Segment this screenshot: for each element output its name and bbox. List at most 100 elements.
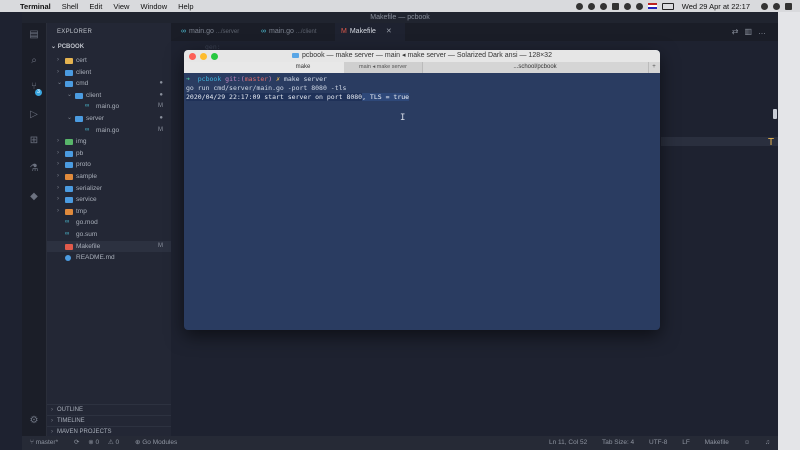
window-minimize-button[interactable] [200,53,207,60]
chevron-right-icon: › [51,407,53,413]
user-icon[interactable] [773,2,780,10]
control-center-icon[interactable] [785,2,792,10]
output-line-server-start: 2020/04/29 22:17:09 start server on port… [186,93,410,101]
wifi-icon[interactable] [635,2,643,10]
more-actions-icon[interactable]: … [758,27,772,36]
battery-icon[interactable] [661,2,674,10]
extensions-icon[interactable]: ⊞ [28,135,40,147]
terminal-tab-pcbook[interactable]: ...school/pcbook [422,62,649,73]
explorer-header: EXPLORER [57,29,93,35]
tab-client-main-go[interactable]: ∞ main.go .../client [255,23,317,41]
tree-item-label: Makefile [76,242,101,250]
tree-item-label: sample [76,173,97,180]
new-tab-button[interactable]: + [648,62,660,73]
cursor-position[interactable]: Ln 11, Col 52 [549,439,587,446]
tab-server-main-go[interactable]: ∞ main.go .../server [175,23,239,41]
close-icon[interactable]: ✕ [386,28,392,35]
tree-item[interactable]: › serializer [47,183,171,194]
settings-icon[interactable] [599,2,607,10]
terminal-window[interactable]: pcbook — make server — main ◂ make serve… [184,50,660,330]
gear-icon[interactable]: ⚙ [28,415,40,427]
docker-icon[interactable]: ◆ [28,191,40,203]
test-flask-icon[interactable]: ⚗ [28,163,40,175]
record-icon[interactable] [575,2,583,10]
encoding[interactable]: UTF-8 [649,439,667,446]
open-changes-icon[interactable]: ⇄ [732,27,745,36]
go-file-icon: ∞ [261,28,266,35]
menu-help[interactable]: Help [178,2,193,11]
tree-item[interactable]: ∞ main.go M [47,125,171,136]
split-editor-icon[interactable]: ▥ [744,27,758,36]
tree-item-label: client [76,68,92,76]
git-status-mark: ● [159,80,163,87]
tree-item[interactable]: › img [47,136,171,147]
tree-item[interactable]: Makefile M [47,240,171,252]
tree-item[interactable]: ∞ go.sum [47,229,171,240]
tree-item[interactable]: › cert [47,55,171,66]
git-status-mark: M [158,126,163,133]
go-file-icon: ∞ [85,126,90,133]
menu-window[interactable]: Window [140,2,167,11]
terminal-titlebar[interactable]: pcbook — make server — main ◂ make serve… [184,50,660,62]
terminal-tab-main[interactable]: main ◂ make server [344,62,422,73]
window-zoom-button[interactable] [211,53,218,60]
tree-item[interactable]: ∞ main.go M [47,101,171,112]
folder-icon [292,52,299,58]
prompt-line: ➜ pcbook git:(master) ✗ make server [186,75,327,83]
tree-item[interactable]: › pb [47,148,171,159]
window-close-button[interactable] [189,53,196,60]
terminal-output[interactable]: ➜ pcbook git:(master) ✗ make server go ru… [186,75,656,102]
tree-item[interactable]: ⌄ client ● [47,90,171,101]
tree-item[interactable]: ∞ go.mod [47,217,171,228]
folder-icon [65,69,73,76]
bluetooth-icon[interactable] [623,2,631,10]
menu-clock[interactable]: Wed 29 Apr at 22:17 [682,2,750,11]
status-icon[interactable] [587,2,595,10]
tree-item[interactable]: ⌄ server ● [47,113,171,124]
tree-item[interactable]: › service [47,194,171,205]
chevron-down-icon: ⌄ [57,80,63,87]
menu-shell[interactable]: Shell [62,2,79,11]
git-status-mark: M [158,103,163,110]
editor-actions: ⇄▥… [732,27,772,36]
run-debug-icon[interactable]: ▷ [28,109,40,121]
chevron-right-icon: › [57,149,59,156]
project-name: PCBOOK [57,44,85,50]
go-modules-indicator[interactable]: ⊕ Go Modules [135,439,184,446]
end-of-line[interactable]: LF [682,439,690,446]
tree-item-label: go.mod [76,219,98,227]
status-bar: ⑂ master* ⟳ ⊗ 0 ⚠ 0 ⊕ Go Modules Ln 11, … [22,436,778,450]
tab-size[interactable]: Tab Size: 4 [602,439,634,446]
menu-app-terminal[interactable]: Terminal [20,2,51,11]
tree-item[interactable]: › sample [47,171,171,182]
tab-makefile[interactable]: M Makefile ✕ [335,23,405,41]
notifications-bell-icon[interactable]: ♫ [765,439,770,446]
chevron-right-icon: › [57,161,59,168]
menu-edit[interactable]: Edit [89,2,102,11]
tree-item[interactable]: › tmp [47,206,171,217]
app-icon[interactable] [611,2,619,10]
search-icon[interactable]: ⌕ [28,55,40,67]
files-icon[interactable]: ▤ [28,29,40,41]
chevron-right-icon: › [57,57,59,63]
tree-item-label: main.go [96,126,120,134]
project-root[interactable]: ⌄ PCBOOK [51,43,84,50]
tree-item[interactable]: › client [47,67,171,78]
live-share-icon[interactable]: ☺ [744,439,751,446]
sync-icon[interactable]: ⟳ [74,439,79,446]
branch-indicator[interactable]: ⑂ master* [30,439,65,446]
tree-item[interactable]: README.md [47,252,171,263]
chevron-right-icon: › [57,138,59,145]
problems-indicator[interactable]: ⊗ 0 ⚠ 0 [88,439,126,446]
search-icon[interactable] [761,2,768,10]
folder-icon [65,150,73,157]
tree-item[interactable]: › proto [47,159,171,170]
folder-icon [65,58,73,64]
menu-view[interactable]: View [113,2,129,11]
tree-item-label: cert [76,57,87,64]
language-mode[interactable]: Makefile [705,439,729,446]
input-source-flag-icon[interactable] [647,3,657,9]
editor-scrollbar-thumb[interactable] [773,109,777,119]
tree-item[interactable]: ⌄ cmd ● [47,78,171,89]
output-line-go-run: go run cmd/server/main.go -port 8080 -tl… [186,84,347,92]
